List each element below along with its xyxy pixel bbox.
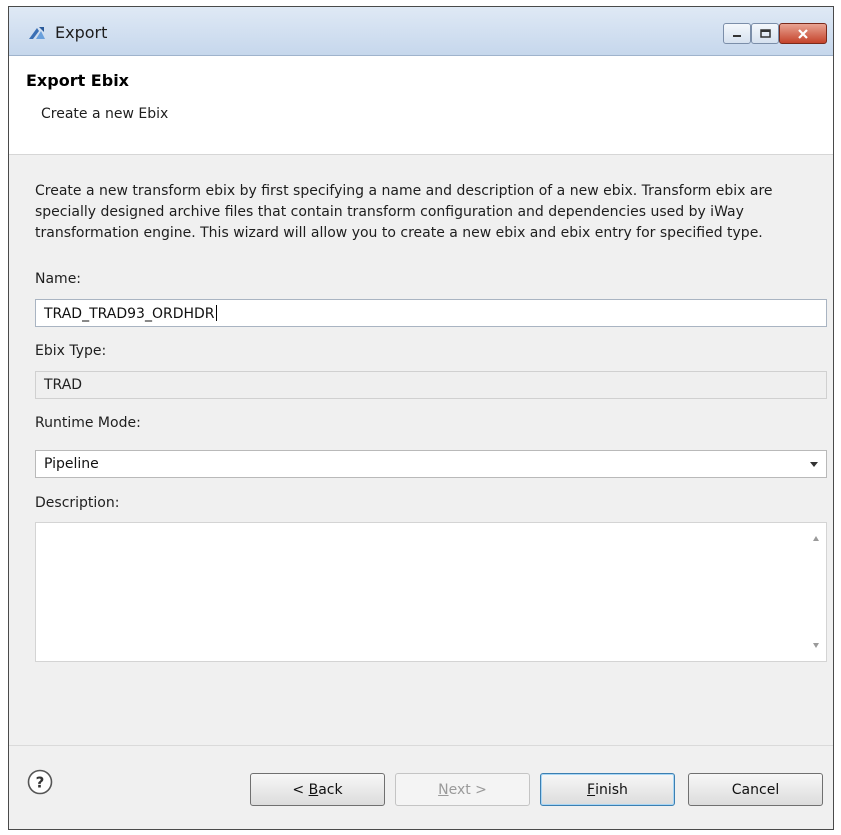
maximize-icon <box>752 24 778 43</box>
scroll-up-icon[interactable] <box>813 536 819 541</box>
text-caret <box>215 305 217 321</box>
minimize-button[interactable] <box>723 23 751 44</box>
title-bar[interactable]: Export <box>9 7 833 56</box>
minimize-icon <box>724 24 750 43</box>
wizard-content: Create a new transform ebix by first spe… <box>9 155 833 745</box>
ebix-type-field: TRAD <box>35 371 827 399</box>
finish-button[interactable]: Finish <box>540 773 675 806</box>
maximize-button[interactable] <box>751 23 779 44</box>
close-button[interactable] <box>779 23 827 44</box>
runtime-mode-value: Pipeline <box>44 456 99 472</box>
runtime-mode-label: Runtime Mode: <box>35 415 141 431</box>
runtime-mode-select[interactable]: Pipeline <box>35 450 827 478</box>
back-button[interactable]: < Back <box>250 773 385 806</box>
back-rest: ack <box>318 781 343 798</box>
export-dialog: Export Export Ebix Create a new Ebix Cre… <box>8 6 834 830</box>
finish-mnemonic: F <box>587 781 596 798</box>
help-icon[interactable]: ? <box>27 769 53 795</box>
name-input-value: TRAD_TRAD93_ORDHDR <box>44 306 215 322</box>
description-label: Description: <box>35 495 120 511</box>
window-title: Export <box>55 23 108 42</box>
cancel-label: Cancel <box>731 781 780 798</box>
wizard-header: Export Ebix Create a new Ebix <box>9 56 833 155</box>
app-icon <box>29 27 45 39</box>
intro-text: Create a new transform ebix by first spe… <box>35 183 773 241</box>
next-button[interactable]: Next > <box>395 773 530 806</box>
next-mnemonic: N <box>438 781 449 798</box>
button-bar: ? < Back Next > Finish Cancel <box>9 745 833 829</box>
svg-text:?: ? <box>36 774 45 792</box>
ebix-type-value: TRAD <box>44 377 83 393</box>
page-title: Export Ebix <box>26 71 129 90</box>
description-textarea[interactable] <box>35 522 827 662</box>
back-mnemonic: B <box>308 781 319 798</box>
close-icon <box>780 24 826 43</box>
next-rest: ext > <box>448 781 487 798</box>
ebix-type-label: Ebix Type: <box>35 343 107 359</box>
name-input[interactable]: TRAD_TRAD93_ORDHDR <box>35 299 827 327</box>
page-subtitle: Create a new Ebix <box>41 106 169 122</box>
back-prefix: < <box>292 781 309 798</box>
scroll-down-icon[interactable] <box>813 643 819 648</box>
chevron-down-icon[interactable] <box>810 462 818 467</box>
finish-rest: inish <box>595 781 628 798</box>
name-label: Name: <box>35 271 82 287</box>
cancel-button[interactable]: Cancel <box>688 773 823 806</box>
